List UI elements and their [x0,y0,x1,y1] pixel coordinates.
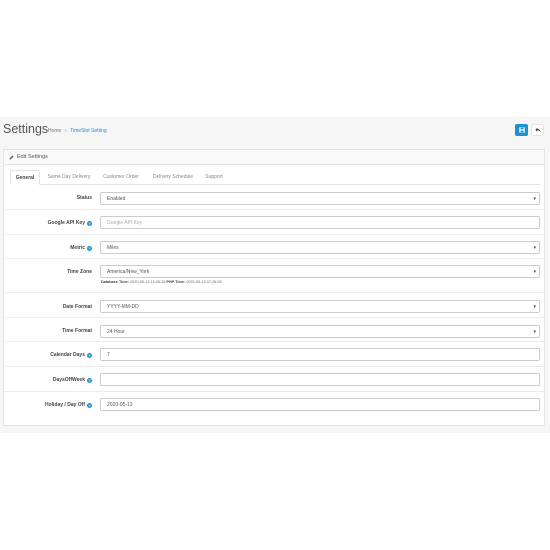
date-format-value: YYYY-MM-DD [107,303,139,310]
help-icon[interactable]: ? [87,377,92,383]
db-time-value: 2020-05-13 15:26:25 [130,280,166,284]
chevron-down-icon: ▾ [533,196,536,202]
tab-support[interactable]: Support [202,170,226,184]
days-off-week-row: DaysOffWeek? [4,367,544,392]
time-zone-row: Time Zone America/New_York ▾ Database Ti… [4,259,544,293]
time-format-row: Time Format 24 Hour ▾ [4,318,544,342]
chevron-down-icon: ▾ [533,269,536,275]
floppy-disk-icon [518,127,525,133]
time-format-select[interactable]: 24 Hour ▾ [100,325,540,338]
metric-select[interactable]: Miles ▾ [100,241,540,254]
time-format-label-text: Time Format [62,328,92,334]
google-api-key-label: Google API Key? [48,220,92,226]
settings-page: Settings Home» TimeSlot Setting Edit Sett… [0,117,550,433]
breadcrumb-home[interactable]: Home [48,128,61,134]
settings-tabs: General Same Day Delivery Customer Order… [10,170,540,185]
time-zone-value: America/New_York [107,268,150,275]
google-api-key-placeholder: Google API Key [107,219,143,226]
breadcrumb: Home» TimeSlot Setting [48,128,107,134]
time-format-value: 24 Hour [107,328,125,335]
status-label: Status [77,195,92,201]
edit-settings-panel: Edit Settings General Same Day Delivery … [3,149,545,426]
calendar-days-input[interactable]: 7 [100,348,540,361]
tab-same-day-delivery[interactable]: Same Day Delivery [44,170,94,184]
status-select[interactable]: Enabled ▾ [100,192,540,205]
status-label-text: Status [76,195,92,201]
holiday-day-off-label: Holiday / Day Off? [45,402,92,408]
chevron-down-icon: ▾ [533,304,536,310]
help-icon[interactable]: ? [87,245,92,251]
calendar-days-label-text: Calendar Days [50,352,85,358]
calendar-days-value: 7 [107,351,110,358]
status-row: Status Enabled ▾ [4,185,544,210]
php-time-value: 2020-05-13 07:26:25 [186,280,222,284]
calendar-days-row: Calendar Days? 7 [4,342,544,367]
breadcrumb-current[interactable]: TimeSlot Setting [70,128,107,134]
holiday-day-off-value: 2020-05-13 [107,401,133,408]
db-time-label: Database Time: [101,280,129,284]
status-value: Enabled [107,195,126,202]
time-format-label: Time Format [62,328,92,334]
metric-label: Metric? [70,245,92,251]
breadcrumb-separator: » [64,128,68,134]
server-time-hint: Database Time: 2020-05-13 15:26:25 PHP T… [101,280,222,284]
back-button[interactable] [531,124,544,136]
time-zone-label: Time Zone [67,269,92,275]
panel-heading-label: Edit Settings [17,154,48,160]
google-api-key-label-text: Google API Key [47,220,85,226]
chevron-down-icon: ▾ [533,329,536,335]
holiday-day-off-label-text: Holiday / Day Off [44,402,85,408]
chevron-down-icon: ▾ [533,245,536,251]
tab-delivery-schedule[interactable]: Delivery Schedule [149,170,197,184]
days-off-week-label-text: DaysOffWeek [52,377,85,383]
tab-customer-order[interactable]: Customer Order [98,170,144,184]
php-time-label: PHP Time: [166,280,186,284]
holiday-day-off-input[interactable]: 2020-05-13 [100,398,540,411]
date-format-select[interactable]: YYYY-MM-DD ▾ [100,300,540,313]
panel-heading: Edit Settings [4,150,544,165]
reply-arrow-icon [534,127,541,133]
page-title: Settings [3,122,49,136]
time-zone-label-text: Time Zone [67,269,92,275]
help-icon[interactable]: ? [87,352,92,358]
holiday-day-off-row: Holiday / Day Off? 2020-05-13 [4,392,544,417]
tab-general[interactable]: General [10,170,40,185]
google-api-key-input[interactable]: Google API Key [100,216,540,229]
date-format-row: Date Format YYYY-MM-DD ▾ [4,293,544,318]
calendar-days-label: Calendar Days? [50,352,92,358]
metric-value: Miles [107,244,119,251]
pencil-icon [9,155,14,159]
metric-row: Metric? Miles ▾ [4,235,544,259]
save-button[interactable] [515,124,528,136]
date-format-label-text: Date Format [62,304,92,310]
days-off-week-input[interactable] [100,373,540,386]
page-header: Settings Home» TimeSlot Setting [0,117,550,145]
google-api-key-row: Google API Key? Google API Key [4,210,544,235]
metric-label-text: Metric [70,245,85,251]
help-icon[interactable]: ? [87,220,92,226]
days-off-week-label: DaysOffWeek? [53,377,92,383]
date-format-label: Date Format [63,304,92,310]
time-zone-select[interactable]: America/New_York ▾ [100,265,540,278]
help-icon[interactable]: ? [87,402,92,408]
